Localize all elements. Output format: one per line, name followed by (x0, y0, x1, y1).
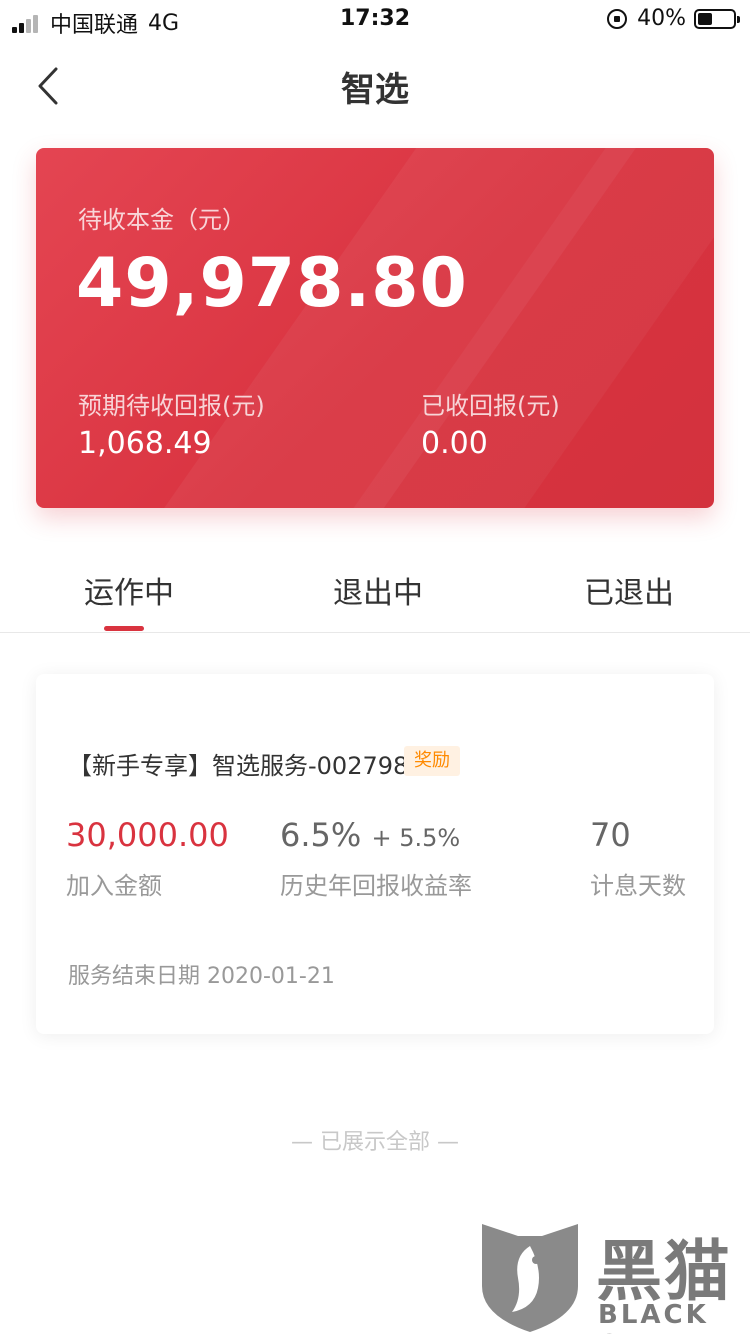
tab-exited[interactable]: 已退出 (584, 568, 674, 612)
page-title: 智选 (341, 70, 409, 110)
received-return-value: 0.00 (421, 426, 488, 461)
return-rate-bonus: + 5.5% (371, 824, 461, 852)
nav-bar: 智选 (0, 40, 750, 130)
watermark: 黑猫 BLACK CAT (478, 1216, 750, 1334)
tab-active-indicator (104, 626, 144, 631)
battery-percent: 40% (637, 6, 686, 31)
principal-value: 49,978.80 (76, 244, 468, 323)
return-rate-value: 6.5% + 5.5% (280, 816, 460, 854)
expected-return-value: 1,068.49 (78, 426, 212, 461)
join-amount-value: 30,000.00 (66, 816, 229, 854)
interest-days-label: 计息天数 (590, 872, 686, 900)
principal-label: 待收本金（元） (78, 206, 246, 234)
return-rate-base: 6.5% (280, 816, 362, 854)
received-return-label: 已收回报(元) (421, 392, 560, 420)
list-end-note: — 已展示全部 — (291, 1130, 459, 1155)
battery-icon (694, 8, 740, 29)
return-rate-label: 历史年回报收益率 (280, 872, 472, 900)
rotation-lock-icon (607, 8, 628, 29)
summary-card: 待收本金（元） 49,978.80 预期待收回报(元) 1,068.49 已收回… (36, 148, 714, 508)
product-card[interactable]: 【新手专享】智选服务-002798 奖励 30,000.00 加入金额 6.5%… (36, 674, 714, 1034)
product-title: 【新手专享】智选服务-002798 (68, 752, 409, 780)
service-end-date: 服务结束日期 2020-01-21 (68, 964, 335, 989)
page: 中国联通 4G 17:32 40% 智选 待收本金（元） 49,978.80 预… (0, 0, 750, 1334)
reward-badge: 奖励 (404, 746, 460, 776)
interest-days-value: 70 (590, 816, 631, 854)
status-bar: 中国联通 4G 17:32 40% (0, 0, 750, 40)
join-amount-label: 加入金额 (66, 872, 162, 900)
expected-return-label: 预期待收回报(元) (78, 392, 265, 420)
tab-exiting[interactable]: 退出中 (333, 568, 423, 612)
status-tabs: 运作中 退出中 已退出 (0, 548, 750, 633)
tab-operating[interactable]: 运作中 (84, 568, 174, 612)
watermark-subtext: BLACK CAT (598, 1300, 709, 1334)
status-right: 40% (607, 6, 740, 31)
black-cat-logo-icon (482, 1224, 578, 1332)
